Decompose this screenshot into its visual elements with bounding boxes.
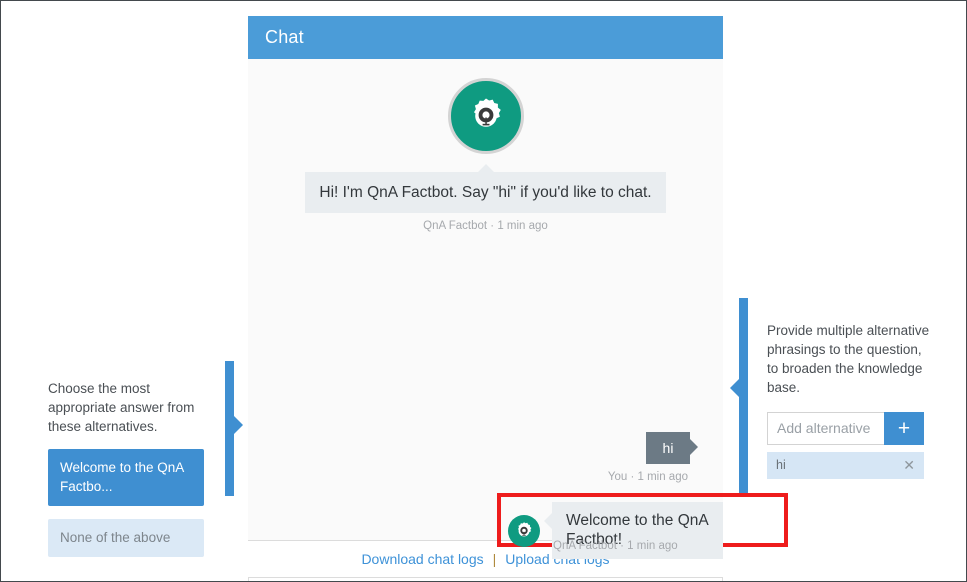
qna-gear-icon — [518, 521, 532, 536]
alternative-tag[interactable]: hi ✕ — [767, 451, 924, 479]
alternative-option-primary[interactable]: Welcome to the QnA Factbo... — [48, 449, 204, 506]
chat-message-list[interactable]: Hi! I'm QnA Factbot. Say "hi" if you'd l… — [248, 59, 788, 560]
user-message-meta: You · 1 min ago — [607, 471, 688, 483]
chat-header-title: Chat — [265, 27, 304, 47]
qna-gear-icon — [473, 98, 501, 127]
chat-input-row — [248, 578, 723, 581]
left-annotation-text: Choose the most appropriate answer from … — [48, 381, 195, 435]
alternative-tag-label: hi — [776, 458, 786, 473]
right-callout-marker — [730, 298, 748, 493]
add-alternative-button[interactable]: + — [884, 411, 924, 445]
right-annotation-panel: Provide multiple alternative phrasings t… — [767, 321, 932, 479]
close-icon[interactable]: ✕ — [903, 457, 915, 474]
logs-separator: | — [492, 551, 497, 567]
bot-intro-meta: QnA Factbot · 1 min ago — [423, 220, 548, 233]
user-message-block: hi You · 1 min ago — [607, 432, 698, 483]
bubble-tail-right-icon — [690, 439, 698, 455]
user-message-bubble: hi — [646, 432, 690, 464]
left-annotation-panel: Choose the most appropriate answer from … — [48, 379, 208, 558]
right-annotation-text: Provide multiple alternative phrasings t… — [767, 323, 930, 396]
bubble-tail-left-icon — [544, 513, 552, 529]
bot-intro-bubble-wrap: Hi! I'm QnA Factbot. Say "hi" if you'd l… — [305, 164, 666, 214]
bot-answer-meta: QnA Factbot · 1 min ago — [553, 540, 678, 552]
marker-arrow-right-icon — [233, 415, 243, 435]
bot-avatar-small — [508, 514, 540, 547]
alternative-option-none-of-the-above[interactable]: None of the above — [48, 518, 204, 558]
marker-arrow-left-icon — [730, 378, 740, 398]
chat-header: Chat — [248, 16, 723, 59]
download-chat-logs-link[interactable]: Download chat logs — [361, 551, 483, 567]
add-alternative-input[interactable] — [767, 411, 884, 445]
screenshot-root: Chat Hi! I'm QnA Factbot. Say "hi" if yo… — [0, 0, 967, 582]
chat-window: Chat Hi! I'm QnA Factbot. Say "hi" if yo… — [248, 16, 788, 581]
left-callout-marker — [225, 361, 243, 496]
bot-intro-block: Hi! I'm QnA Factbot. Say "hi" if you'd l… — [248, 59, 723, 232]
bot-intro-message: Hi! I'm QnA Factbot. Say "hi" if you'd l… — [305, 172, 666, 214]
add-alternative-row: + — [767, 411, 924, 445]
bot-avatar-large — [447, 78, 524, 154]
